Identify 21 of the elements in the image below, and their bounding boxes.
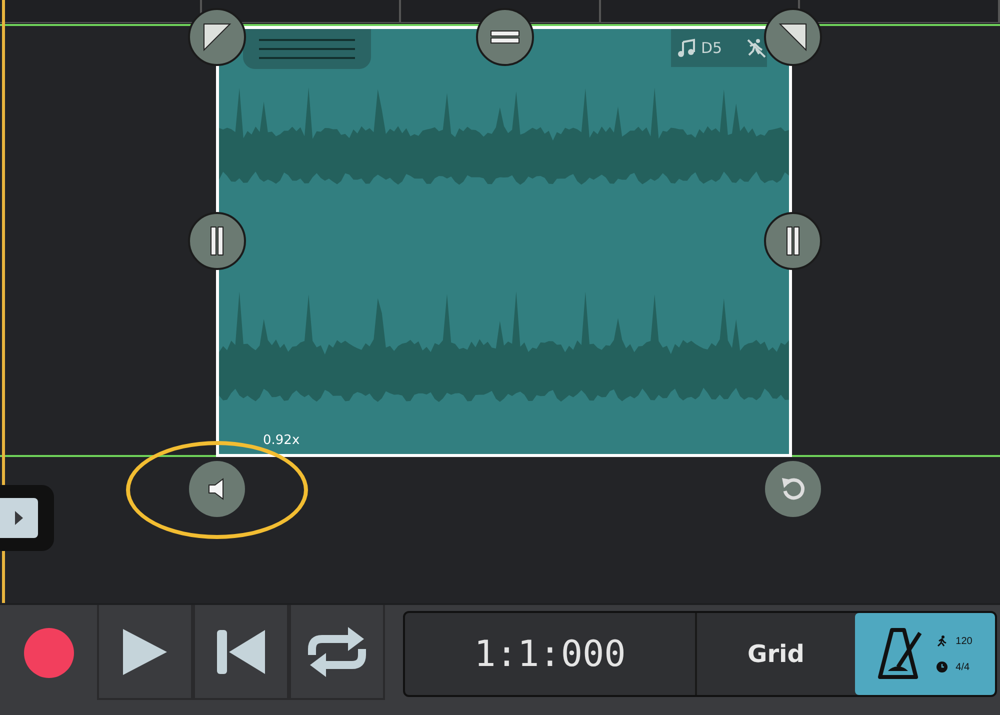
metronome-button[interactable]: 120 4/4: [855, 613, 995, 695]
clock-icon: [936, 661, 948, 673]
loop-icon: [306, 624, 368, 678]
play-triangle-icon: [14, 510, 24, 526]
loop-button[interactable]: [289, 605, 385, 700]
play-icon: [121, 626, 169, 676]
skip-back-icon: [215, 628, 267, 676]
clip-menu-handle[interactable]: [243, 29, 371, 69]
running-figure-icon[interactable]: [745, 37, 767, 59]
tempo-label: 120: [956, 636, 972, 646]
metronome-icon: [878, 627, 922, 681]
expand-button[interactable]: [0, 498, 38, 538]
speed-label: 0.92x: [263, 433, 300, 448]
audio-clip[interactable]: D5 0.92x: [216, 26, 792, 457]
rewind-button[interactable]: [193, 605, 289, 700]
lines-icon: [259, 38, 355, 60]
time-signature-label: 4/4: [956, 662, 970, 672]
running-figure-icon: [936, 635, 948, 647]
pitch-label: D5: [701, 39, 724, 57]
music-note-icon: [677, 38, 697, 58]
play-button[interactable]: [97, 605, 193, 700]
